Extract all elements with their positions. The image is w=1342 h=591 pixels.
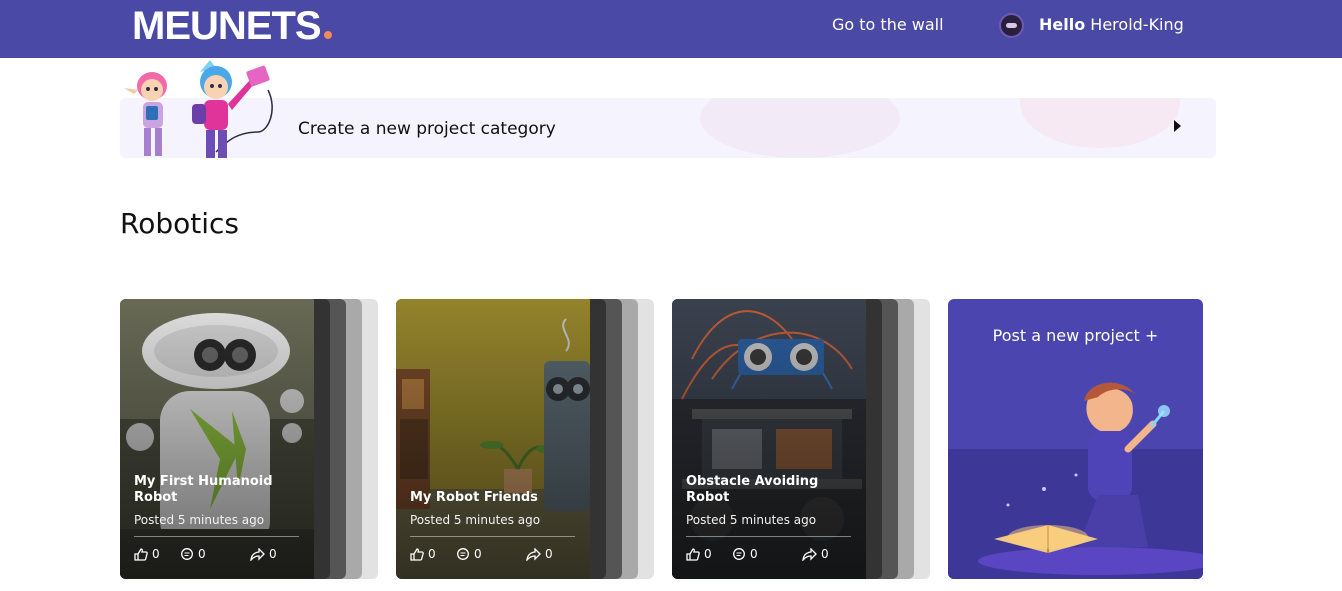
- banner-decoration: [700, 98, 900, 158]
- posted-time: Posted 5 minutes ago: [410, 513, 541, 527]
- project-title: My First Humanoid Robot: [134, 474, 273, 505]
- card-overlay: [120, 299, 314, 579]
- go-to-wall-link[interactable]: Go to the wall: [832, 15, 944, 35]
- caret-right-icon[interactable]: [1174, 120, 1181, 132]
- comment-button[interactable]: 0: [456, 546, 482, 562]
- share-count: 0: [545, 547, 553, 561]
- comment-count: 0: [198, 547, 206, 561]
- card-overlay: [672, 299, 866, 579]
- posted-time: Posted 5 minutes ago: [686, 513, 817, 527]
- share-count: 0: [821, 547, 829, 561]
- project-card-image[interactable]: Obstacle Avoiding Robot Posted 5 minutes…: [672, 299, 866, 579]
- brand-logo[interactable]: MEUNETS: [132, 4, 332, 48]
- thumbs-up-icon: [410, 547, 424, 561]
- create-category-banner[interactable]: Create a new project category: [120, 98, 1216, 158]
- thumbs-up-icon: [134, 547, 148, 561]
- comment-count: 0: [750, 547, 758, 561]
- create-category-label: Create a new project category: [298, 119, 556, 139]
- greeting-text: Hello: [1039, 15, 1086, 34]
- like-button[interactable]: 0: [410, 546, 436, 562]
- card-divider: [410, 536, 575, 537]
- share-button[interactable]: 0: [802, 546, 829, 562]
- like-count: 0: [704, 547, 712, 561]
- comment-icon: [457, 547, 469, 560]
- project-title: My Robot Friends: [410, 490, 538, 505]
- post-new-project-button[interactable]: Post a new project +: [948, 299, 1203, 579]
- project-title: Obstacle Avoiding Robot: [686, 474, 819, 505]
- share-icon: [802, 547, 817, 561]
- share-count: 0: [269, 547, 277, 561]
- username: Herold-King: [1090, 15, 1184, 34]
- card-divider: [686, 536, 851, 537]
- project-card-image[interactable]: My First Humanoid Robot Posted 5 minutes…: [120, 299, 314, 579]
- thumbs-up-icon: [686, 547, 700, 561]
- project-card[interactable]: Obstacle Avoiding Robot Posted 5 minutes…: [672, 299, 930, 579]
- user-greeting[interactable]: Hello Herold-King: [1039, 15, 1184, 35]
- card-divider: [134, 536, 299, 537]
- brand-name: MEUNETS: [132, 4, 322, 48]
- like-button[interactable]: 0: [134, 546, 160, 562]
- reading-boy-illustration: [948, 382, 1203, 579]
- kids-illustration: [124, 60, 273, 158]
- comment-button[interactable]: 0: [180, 546, 206, 562]
- share-button[interactable]: 0: [250, 546, 277, 562]
- like-count: 0: [152, 547, 160, 561]
- project-card[interactable]: My Robot Friends Posted 5 minutes ago 0 …: [396, 299, 654, 579]
- posted-time: Posted 5 minutes ago: [134, 513, 265, 527]
- share-icon: [526, 547, 541, 561]
- project-card-image[interactable]: My Robot Friends Posted 5 minutes ago 0 …: [396, 299, 590, 579]
- project-card[interactable]: My First Humanoid Robot Posted 5 minutes…: [120, 299, 378, 579]
- like-button[interactable]: 0: [686, 546, 712, 562]
- share-button[interactable]: 0: [526, 546, 553, 562]
- comment-icon: [733, 547, 745, 560]
- comment-button[interactable]: 0: [732, 546, 758, 562]
- comment-count: 0: [474, 547, 482, 561]
- category-title: Robotics: [120, 207, 239, 240]
- card-overlay: [396, 299, 590, 579]
- brand-dot: [323, 31, 332, 39]
- like-count: 0: [428, 547, 436, 561]
- top-navigation-bar: MEUNETS Go to the wall Hello Herold-King: [0, 0, 1342, 58]
- comment-icon: [181, 547, 193, 560]
- share-icon: [250, 547, 265, 561]
- avatar[interactable]: [999, 13, 1024, 38]
- banner-decoration: [1020, 98, 1180, 148]
